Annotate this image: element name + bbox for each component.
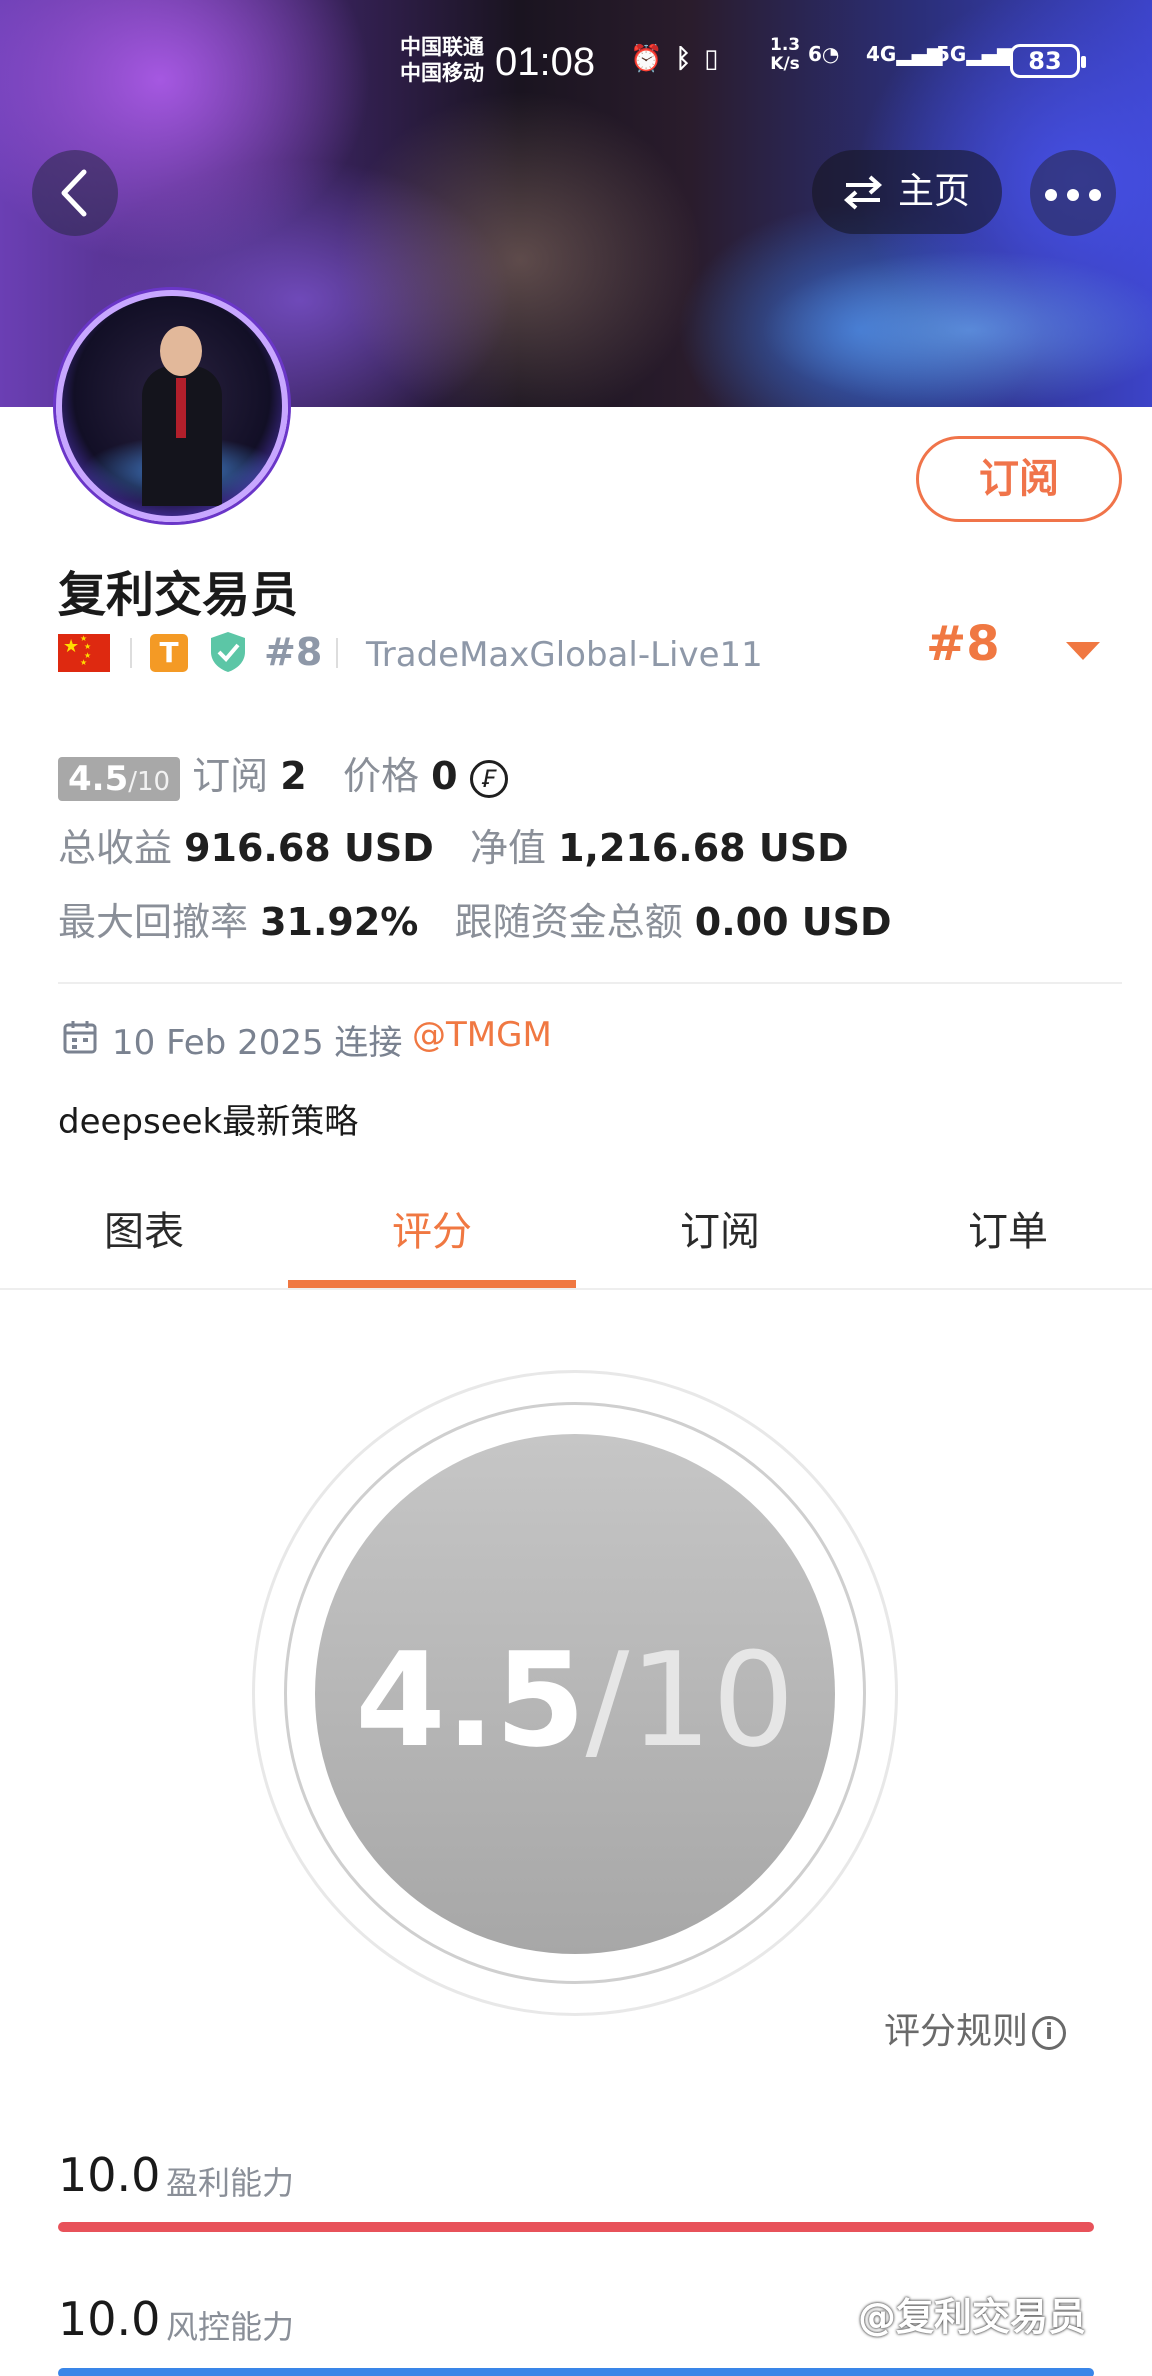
tab-subscriptions[interactable]: 订阅 <box>576 1190 864 1290</box>
follow-funds-label: 跟随资金总额 <box>454 900 683 944</box>
swap-icon <box>843 175 883 210</box>
rank-value: #8 <box>926 616 1000 672</box>
rank-inline: #8 <box>264 630 323 674</box>
trader-badge-icon: T <box>150 634 188 672</box>
signal-5g-icon: 5G▂▄▆ <box>936 42 1013 66</box>
more-dot-icon <box>1089 189 1101 201</box>
tab-orders[interactable]: 订单 <box>864 1190 1152 1290</box>
info-icon: i <box>1032 2016 1067 2050</box>
status-time: 01:08 <box>495 40 596 84</box>
net-value-label: 净值 <box>470 826 547 870</box>
avatar-tie <box>176 378 186 438</box>
back-button[interactable] <box>32 150 118 236</box>
divider <box>58 982 1122 984</box>
metric-value: 10.0 <box>58 2148 161 2202</box>
tab-bar: 图表 评分 订阅 订单 <box>0 1190 1152 1290</box>
stats-row-2: 总收益 916.68 USD 净值 1,216.68 USD <box>58 817 849 872</box>
separator <box>130 638 132 668</box>
carrier-1: 中国联通 <box>400 35 484 59</box>
follow-funds-value: 0.00 USD <box>694 900 892 944</box>
coin-icon: ₣ <box>469 759 508 798</box>
battery-icon: 83 <box>1010 44 1086 78</box>
signal-4g-icon: 4G▂▄▆ <box>866 42 943 66</box>
carrier-2: 中国移动 <box>400 61 484 85</box>
chevron-left-icon <box>61 169 87 217</box>
network-speed: 1.3 K/s <box>770 36 800 74</box>
price-label: 价格 <box>342 754 419 798</box>
score-disc: 4.5/10 <box>315 1434 835 1954</box>
avatar[interactable] <box>56 290 288 522</box>
carrier-names: 中国联通 中国移动 <box>400 34 484 86</box>
tab-chart[interactable]: 图表 <box>0 1190 288 1290</box>
connection-date: 10 Feb 2025 连接 <box>112 1023 403 1063</box>
price-value: 0 <box>431 754 458 798</box>
score-pill: 4.5/10 <box>58 756 181 801</box>
score-rules-link[interactable]: 评分规则 i <box>884 2002 1067 2054</box>
active-tab-indicator <box>288 1280 576 1288</box>
avatar-head <box>160 326 202 376</box>
total-profit-label: 总收益 <box>58 826 173 870</box>
max-drawdown-value: 31.92% <box>260 900 419 944</box>
trader-name: 复利交易员 <box>58 567 299 623</box>
score-value: 4.5 <box>355 1624 586 1776</box>
more-options-button[interactable] <box>1030 150 1116 236</box>
watermark: @复利交易员 <box>858 2295 1087 2339</box>
metric-label: 盈利能力 <box>166 2164 295 2202</box>
stats-row-3: 最大回撤率 31.92% 跟随资金总额 0.00 USD <box>58 891 892 946</box>
score-rules-label: 评分规则 <box>884 2011 1029 2052</box>
net-value-value: 1,216.68 USD <box>558 826 849 870</box>
wifi-icon: 6◔ <box>808 42 840 66</box>
stats-row-1: 4.5/10 订阅 2 价格 0 ₣ <box>58 745 508 801</box>
calendar-icon <box>63 1021 97 1054</box>
metric-bar <box>58 2222 1094 2232</box>
subscriptions-value: 2 <box>280 754 307 798</box>
more-dot-icon <box>1045 189 1057 201</box>
status-bar: 中国联通 中国移动 01:08 ⏰ ᛒ ▯ 1.3 K/s 6◔ 4G▂▄▆ 5… <box>0 30 1152 110</box>
vibrate-icon: ▯ <box>704 44 721 74</box>
speed-value: 1.3 <box>770 35 801 55</box>
score-out-of: /10 <box>585 1624 795 1776</box>
metric-profitability: 10.0 盈利能力 <box>58 2148 1094 2232</box>
strategy-description: deepseek最新策略 <box>58 1102 359 1142</box>
max-drawdown-label: 最大回撤率 <box>58 900 249 944</box>
status-icons: ⏰ ᛒ ▯ <box>630 44 720 74</box>
server-name: TradeMaxGlobal-Live11 <box>366 635 763 675</box>
total-profit-value: 916.68 USD <box>184 826 434 870</box>
broker-link[interactable]: @TMGM <box>412 1015 552 1055</box>
subscriptions-label: 订阅 <box>192 754 269 798</box>
separator <box>336 638 338 668</box>
tab-score[interactable]: 评分 <box>288 1190 576 1290</box>
bluetooth-icon: ᛒ <box>675 44 694 74</box>
speed-unit: K/s <box>770 54 800 74</box>
metric-label: 风控能力 <box>166 2308 295 2346</box>
rank-dropdown[interactable]: #8 <box>926 616 1100 672</box>
metric-bar <box>58 2368 1094 2376</box>
metric-value: 10.0 <box>58 2292 161 2346</box>
china-flag-icon: ★ ★ ★ ★ ★ <box>58 634 110 672</box>
verified-shield-icon <box>211 632 245 672</box>
triangle-down-icon <box>1066 642 1100 660</box>
banner-glow <box>760 250 1152 407</box>
alarm-icon: ⏰ <box>630 44 665 74</box>
home-label: 主页 <box>898 171 971 212</box>
more-dot-icon <box>1067 189 1079 201</box>
score-big: 4.5/10 <box>315 1624 835 1776</box>
home-button[interactable]: 主页 <box>812 150 1002 234</box>
subscribe-button[interactable]: 订阅 <box>916 436 1122 522</box>
